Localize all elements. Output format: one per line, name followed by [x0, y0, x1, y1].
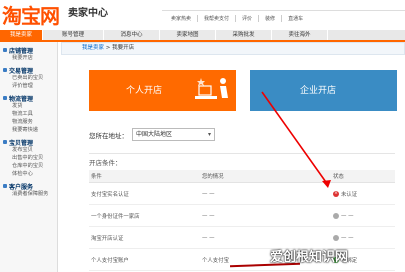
- section-icon: [3, 48, 7, 52]
- sidebar-item-checkup[interactable]: 体检中心: [0, 170, 57, 178]
- section-icon: [3, 140, 7, 144]
- sidebar-item-ship[interactable]: 发货: [0, 102, 57, 110]
- sidebar-item-express[interactable]: 我要寄快递: [0, 126, 57, 134]
- status-cell: × 未认证: [331, 182, 395, 205]
- top-link[interactable]: 评价: [236, 15, 260, 22]
- error-icon: ×: [333, 190, 339, 197]
- sidebar-section: 店铺管理 我要开店: [0, 46, 57, 62]
- condition-cell: 一个身份证件一家店: [89, 204, 200, 227]
- status-text: 未认证: [341, 191, 358, 198]
- enterprise-shop-card[interactable]: 企业开店: [250, 70, 397, 111]
- location-label: 您所在地址：: [89, 131, 128, 140]
- breadcrumb-current: 我要开店: [112, 45, 135, 51]
- sidebar-section-title[interactable]: 客户服务: [0, 182, 57, 191]
- sidebar-item-logistics-tools[interactable]: 物流工具: [0, 110, 57, 118]
- personal-shop-card[interactable]: 个人开店: [89, 70, 236, 111]
- sidebar-section: 物流管理 发货 物流工具 物流服务 我要寄快递: [0, 94, 57, 134]
- location-value: 中国大陆地区: [136, 131, 173, 138]
- column-header: 您的情况: [200, 170, 331, 183]
- top-link[interactable]: 装修: [259, 15, 283, 22]
- status-text: — —: [341, 212, 354, 219]
- sidebar-item-warehouse[interactable]: 仓库中的宝贝: [0, 162, 57, 170]
- sidebar-item-reviews[interactable]: 评价管理: [0, 82, 57, 90]
- section-divider: [89, 153, 395, 154]
- tab-account[interactable]: 账号管理: [43, 30, 104, 40]
- sidebar-item-logistics-service[interactable]: 物流服务: [0, 118, 57, 126]
- table-row: 一个身份证件一家店 — — — —: [89, 204, 395, 227]
- sidebar-item-open-shop[interactable]: 我要开店: [0, 54, 57, 62]
- top-link[interactable]: 卖家热卖: [165, 15, 199, 22]
- tab-wholesale[interactable]: 采购批发: [216, 30, 272, 40]
- tab-overseas[interactable]: 卖往海外: [272, 30, 328, 40]
- column-header: 条件: [89, 170, 200, 183]
- neutral-icon: [333, 234, 339, 241]
- top-links: 卖家热卖 我帮卖支付 评价 装修 直通车: [165, 15, 309, 22]
- top-divider: [162, 0, 405, 11]
- sidebar-section-title[interactable]: 宝贝管理: [0, 138, 57, 147]
- breadcrumb-link[interactable]: 我是卖家: [82, 45, 104, 51]
- neutral-icon: [333, 212, 339, 219]
- main-nav: 我是卖家 账号管理 消息中心 卖家地图 采购批发 卖往海外: [0, 30, 405, 42]
- column-header: 状态: [331, 170, 395, 183]
- sidebar: 店铺管理 我要开店 交易管理 已卖出的宝贝 评价管理 物流管理 发货 物流工具 …: [0, 42, 58, 272]
- watermark: 爱创根知识网: [270, 250, 349, 265]
- sidebar-item-sold[interactable]: 已卖出的宝贝: [0, 74, 57, 82]
- situation-cell: — —: [200, 182, 331, 205]
- status-text: — —: [341, 234, 354, 241]
- section-icon: [3, 184, 7, 188]
- breadcrumb-separator: >: [104, 45, 113, 51]
- tab-seller[interactable]: 我是卖家: [0, 30, 43, 40]
- sidebar-section-title[interactable]: 物流管理: [0, 94, 57, 103]
- main-content: 我是卖家 > 我要开店 个人开店 企业开店 您所在地址： 中国大陆地区 ▾ 开店…: [61, 42, 405, 272]
- sidebar-item-publish[interactable]: 发布宝贝: [0, 146, 57, 154]
- situation-cell: — —: [200, 204, 331, 227]
- table-row: 淘宝开店认证 — — — —: [89, 226, 395, 249]
- enterprise-shop-label: 企业开店: [300, 86, 337, 96]
- section-icon: [3, 96, 7, 100]
- sidebar-section: 客户服务 消费者保障服务: [0, 182, 57, 198]
- table-row: 个人支付宝账户 个人支付宝 ✓ 已绑定: [89, 248, 395, 271]
- top-link[interactable]: 我帮卖支付: [198, 15, 237, 22]
- sidebar-section: 宝贝管理 发布宝贝 出售中的宝贝 仓库中的宝贝 体检中心: [0, 138, 57, 178]
- breadcrumb: 我是卖家 > 我要开店: [61, 42, 405, 55]
- header: 淘宝网 卖家中心 卖家热卖 我帮卖支付 评价 装修 直通车: [0, 0, 405, 30]
- chevron-down-icon: ▾: [207, 131, 211, 138]
- shop-owner-icon: [195, 78, 228, 99]
- sidebar-section-title[interactable]: 店铺管理: [0, 46, 57, 55]
- section-icon: [3, 68, 7, 72]
- condition-cell: 支付宝实名认证: [89, 182, 200, 205]
- sidebar-section-title[interactable]: 交易管理: [0, 66, 57, 75]
- condition-cell: 淘宝开店认证: [89, 226, 200, 249]
- top-link[interactable]: 直通车: [282, 15, 309, 22]
- personal-shop-label: 个人开店: [126, 86, 163, 96]
- conditions-table: 条件 您的情况 状态 支付宝实名认证 — — × 未认证 一个身份证件一家店 — …: [89, 170, 395, 271]
- conditions-title: 开店条件：: [89, 159, 122, 167]
- location-row: 您所在地址： 中国大陆地区 ▾: [89, 128, 215, 141]
- table-header-row: 条件 您的情况 状态: [89, 170, 395, 183]
- seller-center-title: 卖家中心: [68, 8, 108, 19]
- sidebar-item-on-sale[interactable]: 出售中的宝贝: [0, 154, 57, 162]
- sidebar-item-consumer-protection[interactable]: 消费者保障服务: [0, 190, 57, 198]
- condition-cell: 个人支付宝账户: [89, 248, 200, 271]
- taobao-logo[interactable]: 淘宝网: [2, 0, 60, 29]
- tab-seller-map[interactable]: 卖家地图: [160, 30, 216, 40]
- status-cell: — —: [331, 204, 395, 227]
- table-row: 支付宝实名认证 — — × 未认证: [89, 182, 395, 205]
- sidebar-section: 交易管理 已卖出的宝贝 评价管理: [0, 66, 57, 90]
- location-select[interactable]: 中国大陆地区 ▾: [132, 128, 215, 141]
- tab-messages[interactable]: 消息中心: [104, 30, 160, 40]
- open-shop-options: 个人开店 企业开店: [89, 70, 397, 111]
